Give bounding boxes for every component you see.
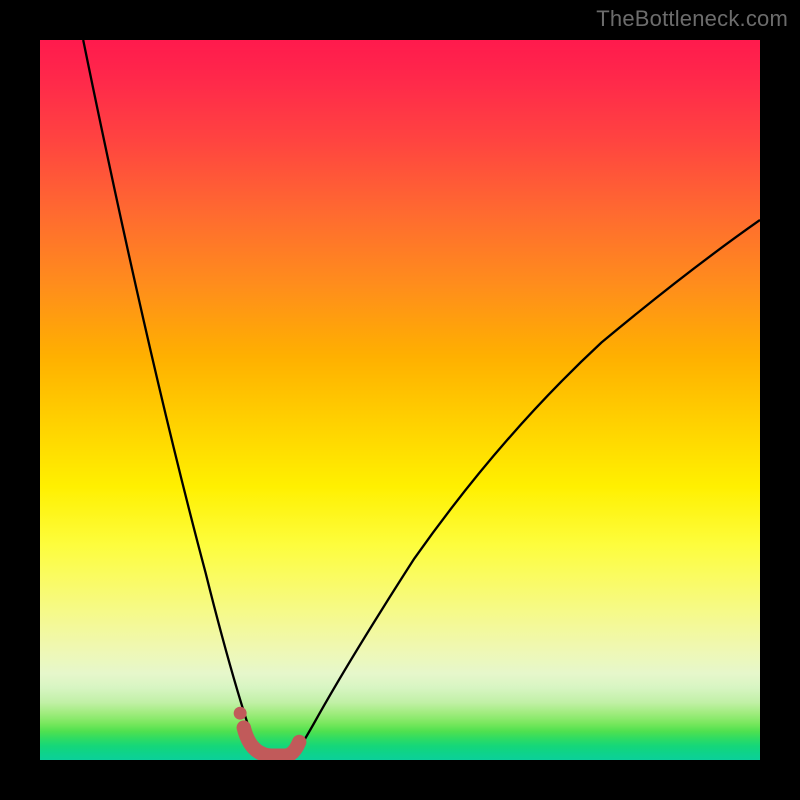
chart-frame: TheBottleneck.com [0, 0, 800, 800]
valley-marker-dot [234, 707, 247, 720]
valley-marker [244, 728, 299, 756]
right-curve [292, 220, 760, 760]
watermark-text: TheBottleneck.com [596, 6, 788, 32]
left-curve [83, 40, 263, 760]
curve-layer [40, 40, 760, 760]
plot-area [40, 40, 760, 760]
